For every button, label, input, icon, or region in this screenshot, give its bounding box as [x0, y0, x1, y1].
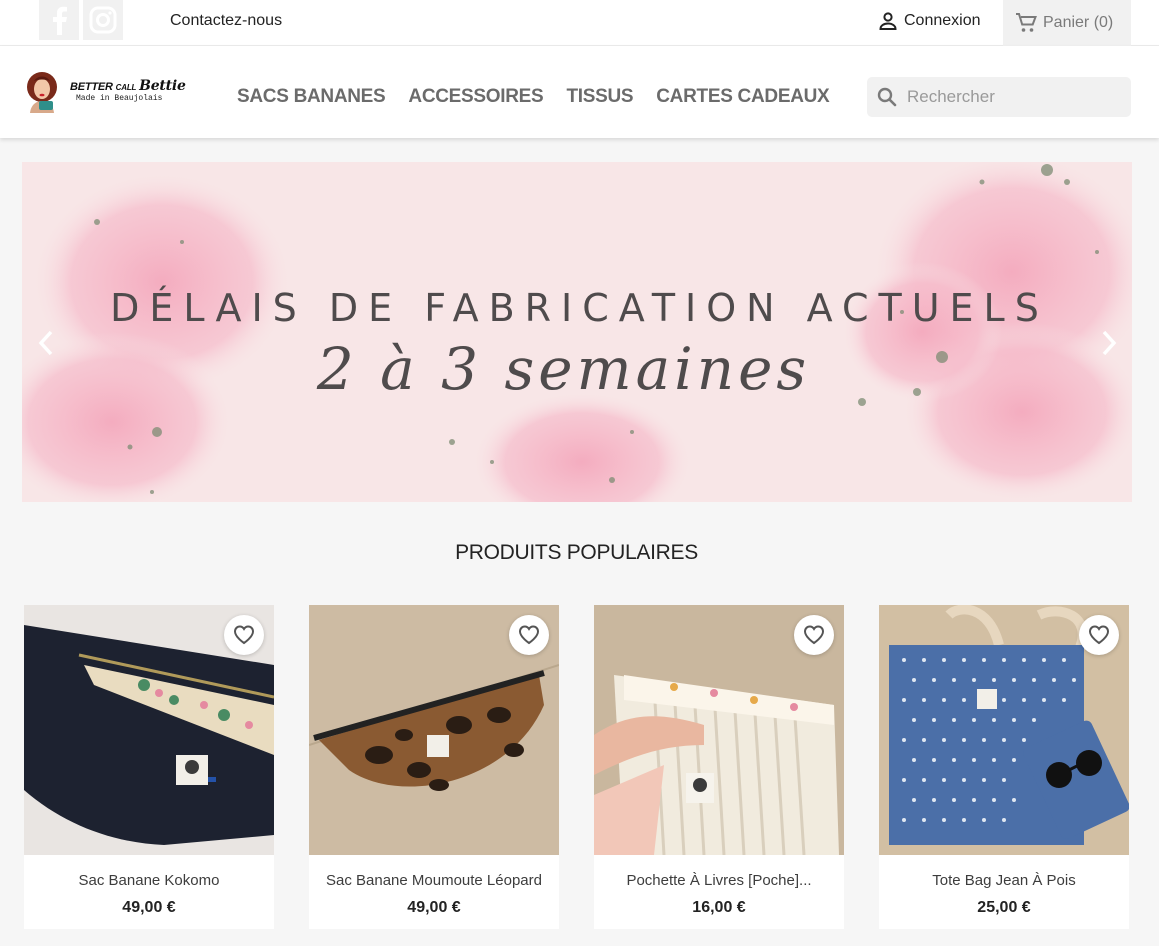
product-image[interactable] — [879, 605, 1129, 855]
instagram-icon — [89, 6, 117, 34]
product-card[interactable]: Sac Banane Kokomo 49,00 € — [24, 605, 274, 929]
heart-icon — [1088, 625, 1110, 645]
wishlist-button[interactable] — [224, 615, 264, 655]
product-name[interactable]: Tote Bag Jean À Pois — [879, 872, 1129, 889]
popular-products-title: PRODUITS POPULAIRES — [455, 541, 698, 564]
top-bar: Contactez-nous Connexion Panier (0) — [0, 0, 1159, 46]
product-price: 16,00 € — [692, 899, 746, 916]
facebook-icon — [53, 6, 67, 35]
chevron-left-icon — [38, 330, 53, 356]
heart-icon — [803, 625, 825, 645]
nav-accessoires[interactable]: ACCESSOIRES — [408, 86, 543, 108]
hero-banner — [22, 162, 1132, 502]
wishlist-button[interactable] — [794, 615, 834, 655]
search-input[interactable] — [907, 87, 1117, 107]
main-nav: SACS BANANES ACCESSOIRES TISSUS CARTES C… — [237, 86, 852, 108]
search-icon[interactable] — [877, 87, 897, 107]
user-icon — [879, 12, 897, 30]
heart-icon — [518, 625, 540, 645]
nav-tissus[interactable]: TISSUS — [566, 86, 633, 108]
logo-word-bettie: Bettie — [139, 78, 186, 94]
instagram-link[interactable] — [83, 0, 123, 40]
product-name[interactable]: Pochette À Livres [Poche]... — [594, 872, 844, 889]
pinup-logo-icon — [27, 72, 57, 113]
logo-word-call: CALL — [115, 83, 137, 92]
product-card[interactable]: Pochette À Livres [Poche]... 16,00 € — [594, 605, 844, 929]
logo-word-better: BETTER — [70, 81, 113, 93]
banner-subtitle: 2 à 3 semaines — [316, 335, 811, 403]
nav-sacs-bananes[interactable]: SACS BANANES — [237, 86, 386, 108]
product-card[interactable]: Tote Bag Jean À Pois 25,00 € — [879, 605, 1129, 929]
chevron-right-icon — [1102, 330, 1117, 356]
cart-label: Panier (0) — [1043, 14, 1114, 31]
product-image[interactable] — [24, 605, 274, 855]
product-price: 49,00 € — [407, 899, 461, 916]
cart-icon — [1016, 13, 1037, 32]
contact-link[interactable]: Contactez-nous — [170, 12, 282, 30]
wishlist-button[interactable] — [1079, 615, 1119, 655]
watercolor-background — [22, 162, 1132, 502]
facebook-link[interactable] — [39, 0, 79, 40]
cart-button[interactable]: Panier (0) — [1003, 0, 1131, 46]
product-name[interactable]: Sac Banane Moumoute Léopard — [309, 872, 559, 889]
login-link[interactable]: Connexion — [878, 11, 981, 31]
nav-cartes-cadeaux[interactable]: CARTES CADEAUX — [656, 86, 829, 108]
product-image[interactable] — [594, 605, 844, 855]
product-price: 49,00 € — [122, 899, 176, 916]
site-logo[interactable]: BETTER CALL Bettie Made in Beaujolais — [22, 69, 186, 113]
heart-icon — [233, 625, 255, 645]
product-name[interactable]: Sac Banane Kokomo — [24, 872, 274, 889]
logo-tagline: Made in Beaujolais — [76, 94, 163, 103]
product-price: 25,00 € — [977, 899, 1031, 916]
login-label: Connexion — [904, 12, 981, 29]
carousel-prev-button[interactable] — [33, 327, 59, 359]
product-image[interactable] — [309, 605, 559, 855]
banner-title: DÉLAIS DE FABRICATION ACTUELS — [110, 286, 1049, 330]
product-card[interactable]: Sac Banane Moumoute Léopard 49,00 € — [309, 605, 559, 929]
wishlist-button[interactable] — [509, 615, 549, 655]
search-box — [867, 77, 1131, 117]
main-header: BETTER CALL Bettie Made in Beaujolais SA… — [0, 46, 1159, 138]
carousel-next-button[interactable] — [1096, 327, 1122, 359]
